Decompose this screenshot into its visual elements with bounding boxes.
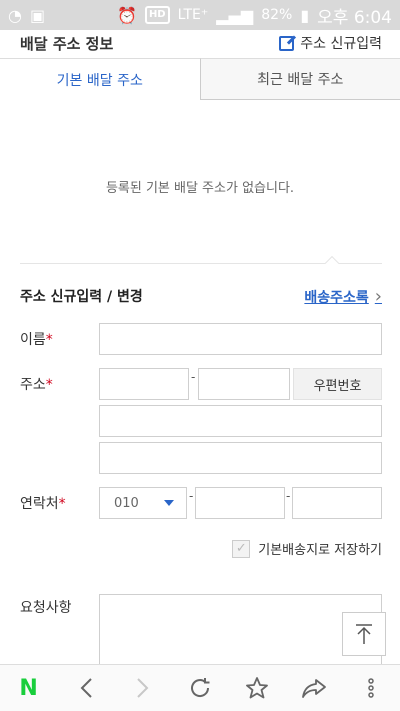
form-section-title: 주소 신규입력 / 변경 bbox=[20, 289, 143, 305]
address-label: 주소* bbox=[20, 374, 53, 394]
phone-dash-1: - bbox=[189, 489, 194, 503]
refresh-button[interactable] bbox=[180, 668, 220, 708]
required-mark: * bbox=[58, 496, 66, 512]
back-button[interactable] bbox=[66, 668, 106, 708]
name-input[interactable] bbox=[99, 323, 382, 355]
signal-icon: ▂▄▆ bbox=[216, 5, 254, 25]
gallery-notification-icon: ▣ bbox=[29, 5, 46, 25]
name-label-text: 이름 bbox=[20, 332, 46, 348]
address-label-text: 주소 bbox=[20, 377, 46, 393]
tab-default-address[interactable]: 기본 배달 주소 bbox=[0, 58, 201, 100]
tab-recent-address[interactable]: 최근 배달 주소 bbox=[200, 58, 400, 100]
lte-indicator: LTE⁺ bbox=[177, 7, 209, 23]
zipcode-input-1[interactable] bbox=[99, 368, 189, 400]
phone-prefix-select[interactable]: 010 bbox=[99, 487, 187, 519]
scroll-to-top-button[interactable] bbox=[342, 612, 386, 656]
app-notification-icon: ◔ bbox=[8, 5, 22, 25]
more-menu-button[interactable] bbox=[351, 668, 391, 708]
empty-address-message: 등록된 기본 배달 주소가 없습니다. bbox=[105, 181, 295, 196]
zipcode-input-2[interactable] bbox=[198, 368, 290, 400]
request-label: 요청사항 bbox=[20, 600, 72, 616]
edit-icon bbox=[279, 35, 295, 51]
browser-toolbar: N bbox=[0, 664, 400, 711]
save-default-checkbox-row[interactable]: ✓ 기본배송지로 저장하기 bbox=[232, 539, 382, 558]
address-line-2-input[interactable] bbox=[99, 442, 382, 474]
status-bar: ◔ ▣ ⏰ HD LTE⁺ ▂▄▆ 82% ▮ 오후 6:04 bbox=[0, 0, 400, 30]
battery-percent: 82% bbox=[261, 7, 293, 23]
phone-label-text: 연락처 bbox=[20, 496, 59, 512]
phone-label: 연락처* bbox=[20, 493, 66, 513]
share-button[interactable] bbox=[294, 668, 334, 708]
required-mark: * bbox=[45, 332, 53, 348]
chevron-right-icon: › bbox=[374, 286, 382, 307]
new-address-button[interactable]: 주소 신규입력 bbox=[279, 33, 382, 53]
forward-button[interactable] bbox=[123, 668, 163, 708]
more-vertical-icon bbox=[368, 678, 375, 698]
caret-down-icon bbox=[164, 500, 174, 506]
address-book-label: 배송주소록 bbox=[304, 289, 369, 306]
new-address-label: 주소 신규입력 bbox=[300, 36, 382, 52]
battery-icon: ▮ bbox=[300, 5, 310, 25]
address-tabs: 기본 배달 주소 최근 배달 주소 bbox=[0, 58, 400, 100]
address-book-link[interactable]: 배송주소록 › bbox=[304, 286, 382, 307]
phone-dash-2: - bbox=[286, 489, 291, 503]
bookmark-button[interactable] bbox=[237, 668, 277, 708]
zipcode-search-button[interactable]: 우편번호 bbox=[293, 368, 382, 400]
chevron-left-icon bbox=[80, 678, 92, 698]
refresh-icon bbox=[190, 678, 210, 697]
required-mark: * bbox=[45, 377, 53, 393]
hd-badge: HD bbox=[144, 6, 170, 24]
save-default-label: 기본배송지로 저장하기 bbox=[258, 543, 382, 558]
page-title: 배달 주소 정보 bbox=[20, 34, 114, 53]
name-label: 이름* bbox=[20, 329, 53, 349]
alarm-icon: ⏰ bbox=[117, 5, 137, 25]
share-icon bbox=[302, 679, 327, 698]
naver-logo-icon: N bbox=[19, 675, 38, 701]
address-line-1-input[interactable] bbox=[99, 405, 382, 437]
star-icon bbox=[246, 677, 269, 699]
naver-home-button[interactable]: N bbox=[9, 668, 49, 708]
phone-prefix-value: 010 bbox=[114, 495, 139, 511]
page-header: 배달 주소 정보 주소 신규입력 bbox=[0, 28, 400, 58]
clock: 오후 6:04 bbox=[317, 7, 392, 28]
arrow-up-icon bbox=[356, 624, 372, 644]
save-default-checkbox[interactable]: ✓ bbox=[232, 539, 251, 558]
phone-last-input[interactable] bbox=[292, 487, 382, 519]
phone-middle-input[interactable] bbox=[195, 487, 285, 519]
divider-notch bbox=[324, 255, 340, 271]
request-textarea[interactable] bbox=[99, 594, 382, 674]
chevron-right-icon bbox=[137, 678, 149, 698]
zip-dash: - bbox=[191, 370, 196, 384]
